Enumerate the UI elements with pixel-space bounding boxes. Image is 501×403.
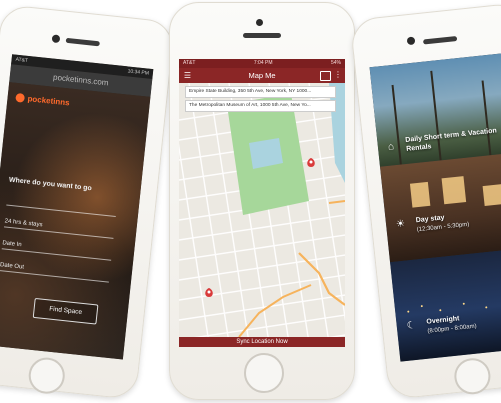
earpiece-speaker [243, 33, 281, 38]
category-hours: (8:00pm - 8:00am) [427, 323, 477, 335]
home-button[interactable] [26, 355, 67, 396]
status-time: 7:04 PM [253, 60, 273, 66]
palm-tree [391, 84, 402, 165]
destination-input[interactable]: The Metropolitan Museum of Art, 1000 5th… [185, 100, 336, 112]
page-title: Map Me [248, 71, 276, 80]
status-battery: 54% [330, 60, 341, 66]
category-hours: (12:30am - 5:30pm) [416, 221, 470, 234]
earpiece-speaker [422, 36, 458, 45]
chat-icon[interactable] [320, 71, 331, 81]
destination-question: Where do you want to go [8, 176, 93, 193]
sun-icon: ☀ [395, 218, 406, 231]
sync-location-button[interactable]: Sync Location Now [179, 337, 345, 347]
front-camera [256, 19, 263, 26]
brand-name: pocketinns [27, 94, 71, 108]
find-space-button[interactable]: Find Space [32, 297, 99, 325]
category-card-day-stay[interactable]: ☀ Day stay (12:30am - 5:30pm) [380, 151, 501, 263]
window-light [441, 176, 467, 205]
brand-logo[interactable]: pocketinns [15, 92, 71, 108]
hero-background: pocketinns Where do you want to go 24 hr… [0, 82, 151, 360]
earpiece-speaker [65, 37, 100, 47]
date-in-field[interactable]: Date In [1, 240, 113, 261]
app-header: ☰ Map Me ⋮ [179, 68, 345, 83]
moon-icon: ☾ [406, 319, 417, 332]
category-card-vacation[interactable]: ⌂ Daily Short term & Vacation Rentals [369, 52, 501, 167]
window-light [482, 183, 501, 207]
map-canvas[interactable] [179, 82, 345, 347]
house-icon: ⌂ [387, 141, 395, 153]
origin-input[interactable]: Empire State Building, 350 5th Ave, New … [185, 86, 336, 98]
date-out-field[interactable]: Date Out [0, 262, 110, 283]
more-options-icon[interactable]: ⋮ [334, 70, 342, 80]
status-bar: AT&T 7:04 PM 54% [179, 59, 345, 68]
front-camera [406, 36, 416, 46]
category-title: Daily Short term & Vacation Rentals [405, 127, 498, 153]
stay-categories-screen: ⌂ Daily Short term & Vacation Rentals ☀ … [369, 52, 501, 362]
category-title: Day stay [415, 214, 445, 225]
map-me-screen: AT&T 7:04 PM 54% ☰ Map Me ⋮ Empire State… [179, 59, 345, 347]
phone-left: AT&T 10:34 PM pocketinns.com pocketinns … [0, 3, 176, 401]
pocketinns-web-screen: AT&T 10:34 PM pocketinns.com pocketinns … [0, 54, 154, 360]
status-carrier: AT&T [183, 60, 196, 66]
url-text: pocketinns.com [52, 72, 109, 88]
menu-icon[interactable]: ☰ [183, 71, 192, 80]
brand-logo-icon [15, 92, 26, 103]
status-carrier: AT&T [15, 56, 29, 64]
map-view[interactable]: Empire State Building, 350 5th Ave, New … [179, 82, 345, 347]
destination-input[interactable] [6, 194, 117, 217]
status-time: 10:34 PM [127, 68, 150, 77]
phone-center: AT&T 7:04 PM 54% ☰ Map Me ⋮ Empire State… [169, 2, 355, 400]
category-card-overnight[interactable]: ☾ Overnight (8:00pm - 8:00am) [390, 247, 501, 362]
phone-right: ⌂ Daily Short term & Vacation Rentals ☀ … [349, 1, 501, 401]
home-button[interactable] [452, 356, 493, 397]
category-title: Overnight [426, 315, 460, 326]
front-camera [51, 34, 61, 44]
stay-type-field[interactable]: 24 hrs & stays [3, 218, 115, 239]
window-light [409, 181, 431, 208]
home-button[interactable] [244, 353, 284, 393]
